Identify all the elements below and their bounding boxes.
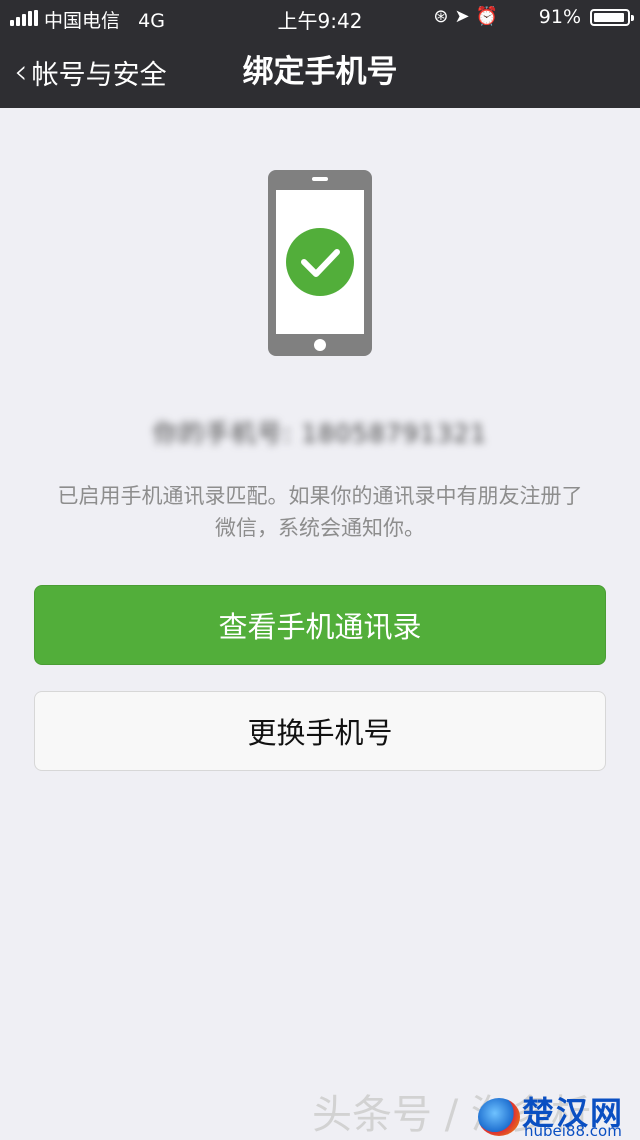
- description-line-1: 已启用手机通讯录匹配。如果你的通讯录中有朋友注册了: [57, 484, 583, 508]
- status-bar: 中国电信 4G 上午9:42 ⊛➤⏰ 91%: [0, 0, 640, 36]
- phone-check-icon: [268, 170, 372, 356]
- globe-logo-icon: [478, 1098, 520, 1136]
- description-text: 已启用手机通讯录匹配。如果你的通讯录中有朋友注册了 微信，系统会通知你。: [30, 480, 610, 544]
- battery-percent: 91%: [538, 6, 581, 28]
- navigation-bar: 中国电信 4G 上午9:42 ⊛➤⏰ 91% ‹ 帐号与安全 绑定手机号: [0, 0, 640, 108]
- page-title: 绑定手机号: [242, 54, 398, 90]
- battery-icon: [590, 9, 634, 26]
- lock-rotation-icon: ⊛: [433, 6, 455, 27]
- watermark-logo: 楚汉网 hubei88.com: [478, 1090, 638, 1140]
- phone-number-label: 你的手机号: 18058791321: [152, 419, 488, 448]
- change-number-button[interactable]: 更换手机号: [34, 691, 606, 771]
- location-icon: ➤: [454, 6, 476, 27]
- status-icons: ⊛➤⏰: [433, 6, 504, 27]
- view-contacts-button[interactable]: 查看手机通讯录: [34, 585, 606, 665]
- description-line-2: 微信，系统会通知你。: [215, 516, 425, 540]
- alarm-icon: ⏰: [475, 6, 504, 27]
- watermark-logo-sub: hubei88.com: [524, 1122, 622, 1140]
